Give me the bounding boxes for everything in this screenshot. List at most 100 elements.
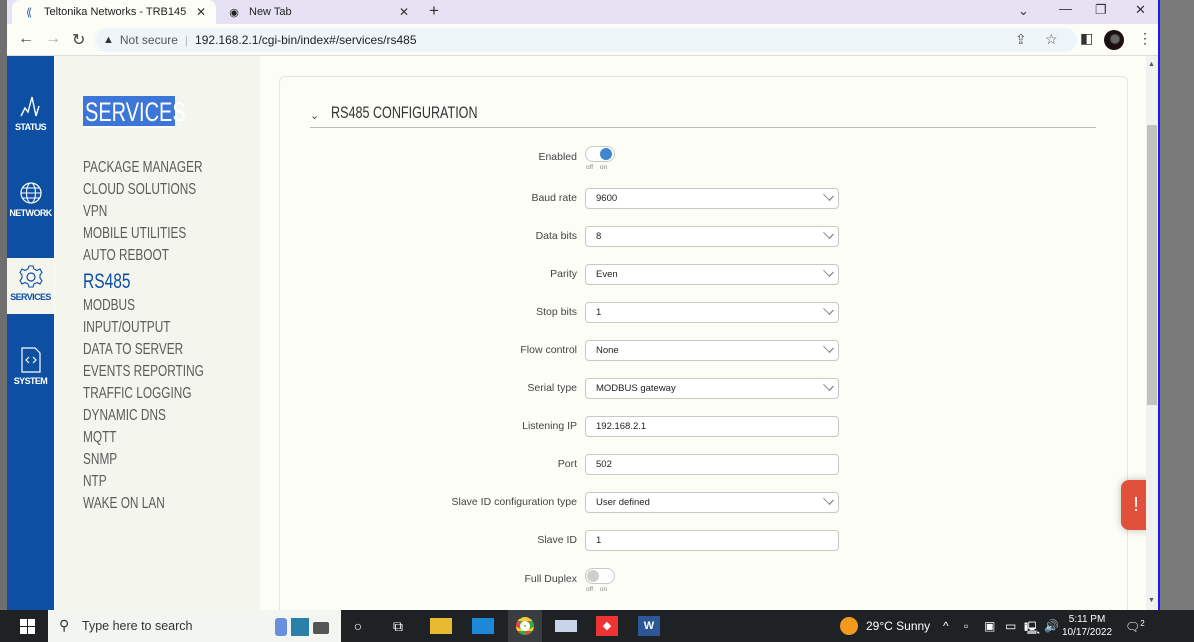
url-field[interactable]: ▲ Not secure | 192.168.2.1/cgi-bin/index…: [95, 28, 1077, 52]
meet-now-icon[interactable]: ▫: [964, 619, 968, 633]
slave-id-label: Slave ID: [537, 534, 577, 546]
rail-item-status[interactable]: STATUS: [7, 94, 54, 150]
menu-item-cloud-solutions[interactable]: CLOUD SOLUTIONS: [83, 179, 236, 201]
menu-item-auto-reboot[interactable]: AUTO REBOOT: [83, 245, 199, 267]
show-hidden-icons[interactable]: ^: [943, 619, 949, 633]
menu-item-wake-on-lan[interactable]: WAKE ON LAN: [83, 493, 194, 515]
battery-icon[interactable]: ▭: [1005, 619, 1016, 633]
back-icon[interactable]: ←: [18, 30, 34, 48]
enabled-label: Enabled: [538, 151, 577, 163]
row-serial-type: Serial type MODBUS gateway: [280, 378, 1129, 400]
notifications-icon[interactable]: 🗨2: [1125, 619, 1145, 634]
row-slave-id: Slave ID 1: [280, 530, 1129, 552]
menu-item-snmp[interactable]: SNMP: [83, 449, 129, 471]
toggle-state-labels: off on: [586, 586, 608, 593]
menu-item-traffic-logging[interactable]: TRAFFIC LOGGING: [83, 383, 230, 405]
globe-icon: [19, 182, 42, 204]
keyboard-app-icon[interactable]: [555, 620, 577, 632]
menu-item-package-manager[interactable]: PACKAGE MANAGER: [83, 157, 245, 179]
taskbar-search[interactable]: ⚲ Type here to search: [48, 610, 259, 642]
anydesk-icon[interactable]: ◆: [596, 616, 618, 636]
file-explorer-icon[interactable]: [430, 618, 452, 634]
close-tab-icon[interactable]: ✕: [196, 5, 206, 19]
full-duplex-toggle[interactable]: [585, 568, 615, 584]
tab-bar: ⟪ Teltonika Networks - TRB145 ✕ ◉ New Ta…: [7, 0, 1158, 24]
baud-rate-select[interactable]: 9600: [585, 188, 839, 209]
url-text[interactable]: 192.168.2.1/cgi-bin/index#/services/rs48…: [195, 33, 416, 47]
menu-item-mqtt[interactable]: MQTT: [83, 427, 128, 449]
page-scrollbar[interactable]: ▲ ▼: [1146, 56, 1158, 610]
search-icon: ⚲: [59, 617, 70, 633]
chevron-down-icon: [823, 304, 834, 315]
menu-kebab-icon[interactable]: ⋮: [1138, 30, 1152, 47]
scroll-down-icon[interactable]: ▼: [1148, 597, 1155, 604]
menu-item-mobile-utilities[interactable]: MOBILE UTILITIES: [83, 223, 223, 245]
slave-id-type-label: Slave ID configuration type: [451, 496, 578, 508]
cortana-icon[interactable]: ○: [347, 616, 369, 636]
enabled-toggle[interactable]: [585, 146, 615, 162]
search-highlight-image[interactable]: [259, 610, 341, 642]
rail-item-system[interactable]: SYSTEM: [7, 346, 54, 402]
serial-type-label: Serial type: [527, 382, 577, 394]
listening-ip-input[interactable]: 192.168.2.1: [585, 416, 839, 437]
tab-search-icon[interactable]: ⌄: [1018, 3, 1029, 19]
forward-icon[interactable]: →: [45, 30, 61, 48]
bookmark-star-icon[interactable]: ☆: [1045, 31, 1058, 48]
menu-item-events-reporting[interactable]: EVENTS REPORTING: [83, 361, 246, 383]
port-input[interactable]: 502: [585, 454, 839, 475]
scroll-up-icon[interactable]: ▲: [1148, 61, 1155, 68]
chevron-down-icon[interactable]: ⌄: [310, 109, 319, 122]
scrollbar-thumb[interactable]: [1147, 125, 1157, 405]
menu-item-input-output[interactable]: INPUT/OUTPUT: [83, 317, 201, 339]
menu-item-modbus[interactable]: MODBUS: [83, 295, 153, 317]
volume-icon[interactable]: 🔊: [1044, 619, 1059, 633]
restore-button[interactable]: ❐: [1095, 2, 1107, 18]
not-secure-label[interactable]: Not secure: [120, 33, 178, 47]
serial-type-select[interactable]: MODBUS gateway: [585, 378, 839, 399]
slave-id-type-select[interactable]: User defined: [585, 492, 839, 513]
chrome-taskbar-icon[interactable]: [508, 610, 542, 642]
flow-control-select[interactable]: None: [585, 340, 839, 361]
new-tab-button[interactable]: +: [429, 1, 439, 21]
browser-window: ⟪ Teltonika Networks - TRB145 ✕ ◉ New Ta…: [7, 0, 1158, 610]
data-bits-label: Data bits: [535, 230, 577, 242]
menu-item-ntp[interactable]: NTP: [83, 471, 115, 493]
profile-avatar[interactable]: [1104, 30, 1124, 50]
taskbar: ⚲ Type here to search ○ ⧉ ◆ W 29°C Sunny…: [0, 610, 1194, 642]
stop-bits-select[interactable]: 1: [585, 302, 839, 323]
clock[interactable]: 5:11 PM 10/17/2022: [1062, 613, 1112, 639]
tab-new-tab[interactable]: ◉ New Tab ✕: [219, 0, 419, 24]
menu-item-rs485[interactable]: RS485: [83, 269, 147, 295]
mail-icon[interactable]: [472, 618, 494, 634]
word-icon[interactable]: W: [638, 616, 660, 636]
close-window-button[interactable]: ✕: [1135, 2, 1146, 18]
row-listening-ip: Listening IP 192.168.2.1: [280, 416, 1129, 438]
security-icon[interactable]: ▣: [984, 619, 995, 633]
side-panel-icon[interactable]: ◧: [1080, 30, 1093, 47]
tab-teltonika[interactable]: ⟪ Teltonika Networks - TRB145 ✕: [12, 0, 216, 24]
parity-select[interactable]: Even: [585, 264, 839, 285]
rail-label: SYSTEM: [13, 376, 48, 386]
minimize-button[interactable]: —: [1059, 1, 1072, 16]
reload-icon[interactable]: ↻: [72, 30, 85, 50]
rail-item-network[interactable]: NETWORK: [7, 180, 54, 236]
share-icon[interactable]: ⇪: [1015, 31, 1027, 48]
rail-label: SERVICES: [10, 292, 51, 302]
menu-item-data-to-server[interactable]: DATA TO SERVER: [83, 339, 218, 361]
close-tab-icon[interactable]: ✕: [399, 5, 409, 19]
task-view-icon[interactable]: ⧉: [387, 616, 409, 636]
slave-id-input[interactable]: 1: [585, 530, 839, 551]
address-bar: ← → ↻ ▲ Not secure | 192.168.2.1/cgi-bin…: [7, 24, 1158, 56]
menu-item-dynamic-dns[interactable]: DYNAMIC DNS: [83, 405, 195, 427]
menu-item-vpn[interactable]: VPN: [83, 201, 116, 223]
listening-ip-label: Listening IP: [522, 420, 577, 432]
row-port: Port 502: [280, 454, 1129, 476]
section-header[interactable]: ⌄ RS485 CONFIGURATION: [310, 103, 1096, 128]
data-bits-select[interactable]: 8: [585, 226, 839, 247]
divider: |: [184, 33, 189, 47]
windows-start-icon[interactable]: [20, 619, 35, 634]
row-full-duplex: Full Duplex off on: [280, 568, 1129, 593]
rail-item-services[interactable]: SERVICES: [7, 258, 54, 314]
network-icon[interactable]: 🖳: [1024, 619, 1040, 640]
weather-text[interactable]: 29°C Sunny: [866, 619, 930, 633]
